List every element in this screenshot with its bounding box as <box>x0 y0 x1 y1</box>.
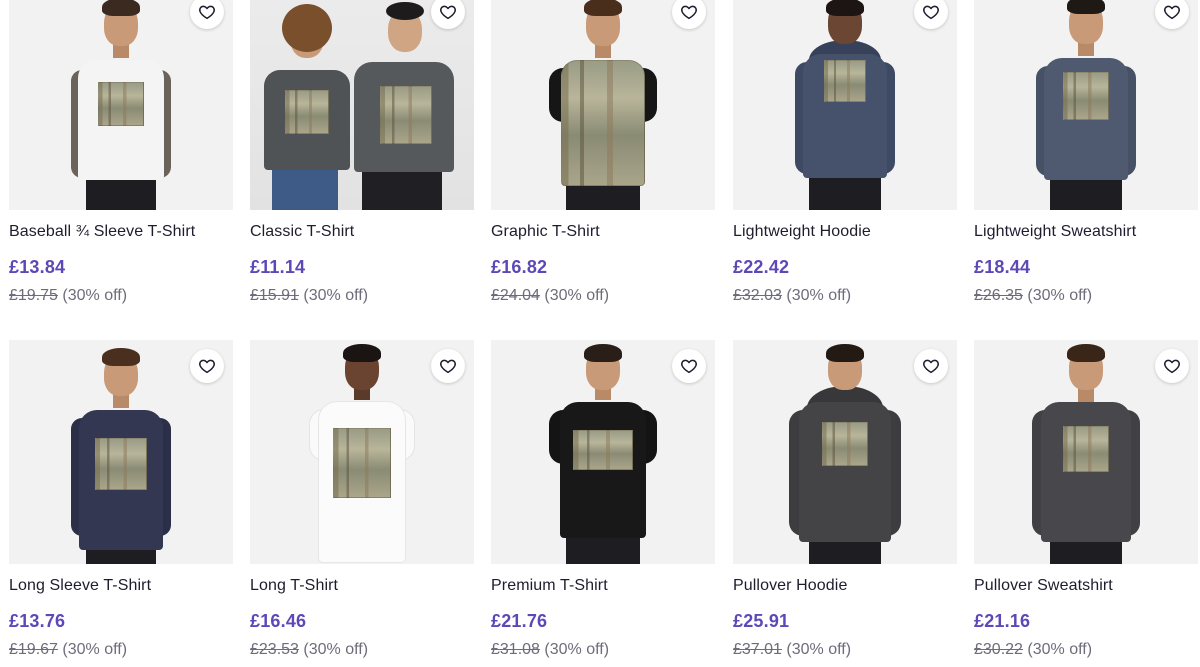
model-photo <box>250 0 474 210</box>
original-price: £19.67 <box>9 641 58 658</box>
original-price-row: £23.53 (30% off) <box>250 641 368 659</box>
product-title[interactable]: Classic T-Shirt <box>250 223 354 241</box>
heart-outline-icon <box>923 5 939 20</box>
discount-label: (30% off) <box>1027 287 1093 304</box>
original-price: £24.04 <box>491 287 540 304</box>
product-card[interactable]: Lightweight Sweatshirt £18.44 £26.35 (30… <box>974 0 1198 304</box>
product-card[interactable]: Lightweight Hoodie £22.42 £32.03 (30% of… <box>733 0 957 304</box>
product-title[interactable]: Long Sleeve T-Shirt <box>9 577 151 595</box>
heart-outline-icon <box>199 5 215 20</box>
heart-outline-icon <box>440 5 456 20</box>
product-image[interactable] <box>491 0 715 210</box>
model-photo <box>491 0 715 210</box>
product-card[interactable]: Baseball ¾ Sleeve T-Shirt £13.84 £19.75 … <box>9 0 233 304</box>
product-title[interactable]: Baseball ¾ Sleeve T-Shirt <box>9 223 195 241</box>
product-price: £11.14 <box>250 257 306 277</box>
discount-label: (30% off) <box>786 641 852 658</box>
product-card[interactable]: Pullover Sweatshirt £21.16 £30.22 (30% o… <box>974 340 1198 658</box>
original-price: £31.08 <box>491 641 540 658</box>
product-card[interactable]: Premium T-Shirt £21.76 £31.08 (30% off) <box>491 340 715 658</box>
original-price-row: £32.03 (30% off) <box>733 287 851 305</box>
original-price: £26.35 <box>974 287 1023 304</box>
favorite-button[interactable] <box>672 349 706 383</box>
product-title[interactable]: Lightweight Sweatshirt <box>974 223 1136 241</box>
product-image[interactable] <box>250 0 474 210</box>
product-price: £21.76 <box>491 611 548 631</box>
heart-outline-icon <box>440 359 456 374</box>
product-title[interactable]: Long T-Shirt <box>250 577 338 595</box>
favorite-button[interactable] <box>431 349 465 383</box>
product-price: £25.91 <box>733 611 790 631</box>
discount-label: (30% off) <box>544 641 610 658</box>
original-price-row: £37.01 (30% off) <box>733 641 851 659</box>
original-price-row: £15.91 (30% off) <box>250 287 368 305</box>
product-price: £13.76 <box>9 611 66 631</box>
model-photo <box>974 0 1198 210</box>
product-card[interactable]: Graphic T-Shirt £16.82 £24.04 (30% off) <box>491 0 715 304</box>
discount-label: (30% off) <box>303 287 369 304</box>
product-title[interactable]: Premium T-Shirt <box>491 577 608 595</box>
original-price: £15.91 <box>250 287 299 304</box>
favorite-button[interactable] <box>1155 349 1189 383</box>
product-price: £16.82 <box>491 257 548 277</box>
product-image[interactable] <box>733 0 957 210</box>
heart-outline-icon <box>681 359 697 374</box>
favorite-button[interactable] <box>190 349 224 383</box>
model-photo <box>9 0 233 210</box>
discount-label: (30% off) <box>303 641 369 658</box>
heart-outline-icon <box>681 5 697 20</box>
original-price-row: £31.08 (30% off) <box>491 641 609 659</box>
heart-outline-icon <box>1164 359 1180 374</box>
original-price-row: £19.67 (30% off) <box>9 641 127 659</box>
original-price-row: £19.75 (30% off) <box>9 287 127 305</box>
product-image[interactable] <box>733 340 957 564</box>
product-price: £22.42 <box>733 257 790 277</box>
discount-label: (30% off) <box>62 287 128 304</box>
original-price: £37.01 <box>733 641 782 658</box>
heart-outline-icon <box>923 359 939 374</box>
product-image[interactable] <box>974 0 1198 210</box>
discount-label: (30% off) <box>1027 641 1093 658</box>
product-title[interactable]: Pullover Sweatshirt <box>974 577 1113 595</box>
original-price: £30.22 <box>974 641 1023 658</box>
product-image[interactable] <box>491 340 715 564</box>
product-card[interactable]: Long T-Shirt £16.46 £23.53 (30% off) <box>250 340 474 658</box>
product-price: £16.46 <box>250 611 307 631</box>
original-price: £32.03 <box>733 287 782 304</box>
product-title[interactable]: Graphic T-Shirt <box>491 223 600 241</box>
discount-label: (30% off) <box>786 287 852 304</box>
original-price: £23.53 <box>250 641 299 658</box>
product-price: £18.44 <box>974 257 1031 277</box>
product-card[interactable]: Pullover Hoodie £25.91 £37.01 (30% off) <box>733 340 957 658</box>
product-card[interactable]: Classic T-Shirt £11.14 £15.91 (30% off) <box>250 0 474 304</box>
original-price: £19.75 <box>9 287 58 304</box>
model-photo <box>733 0 957 210</box>
original-price-row: £26.35 (30% off) <box>974 287 1092 305</box>
product-title[interactable]: Pullover Hoodie <box>733 577 847 595</box>
product-grid: Baseball ¾ Sleeve T-Shirt £13.84 £19.75 … <box>0 0 1200 667</box>
product-image[interactable] <box>9 340 233 564</box>
discount-label: (30% off) <box>544 287 610 304</box>
original-price-row: £30.22 (30% off) <box>974 641 1092 659</box>
product-title[interactable]: Lightweight Hoodie <box>733 223 871 241</box>
product-card[interactable]: Long Sleeve T-Shirt £13.76 £19.67 (30% o… <box>9 340 233 658</box>
product-price: £13.84 <box>9 257 66 277</box>
product-image[interactable] <box>974 340 1198 564</box>
product-image[interactable] <box>9 0 233 210</box>
heart-outline-icon <box>199 359 215 374</box>
original-price-row: £24.04 (30% off) <box>491 287 609 305</box>
product-image[interactable] <box>250 340 474 564</box>
heart-outline-icon <box>1164 5 1180 20</box>
discount-label: (30% off) <box>62 641 128 658</box>
favorite-button[interactable] <box>914 349 948 383</box>
product-price: £21.16 <box>974 611 1031 631</box>
